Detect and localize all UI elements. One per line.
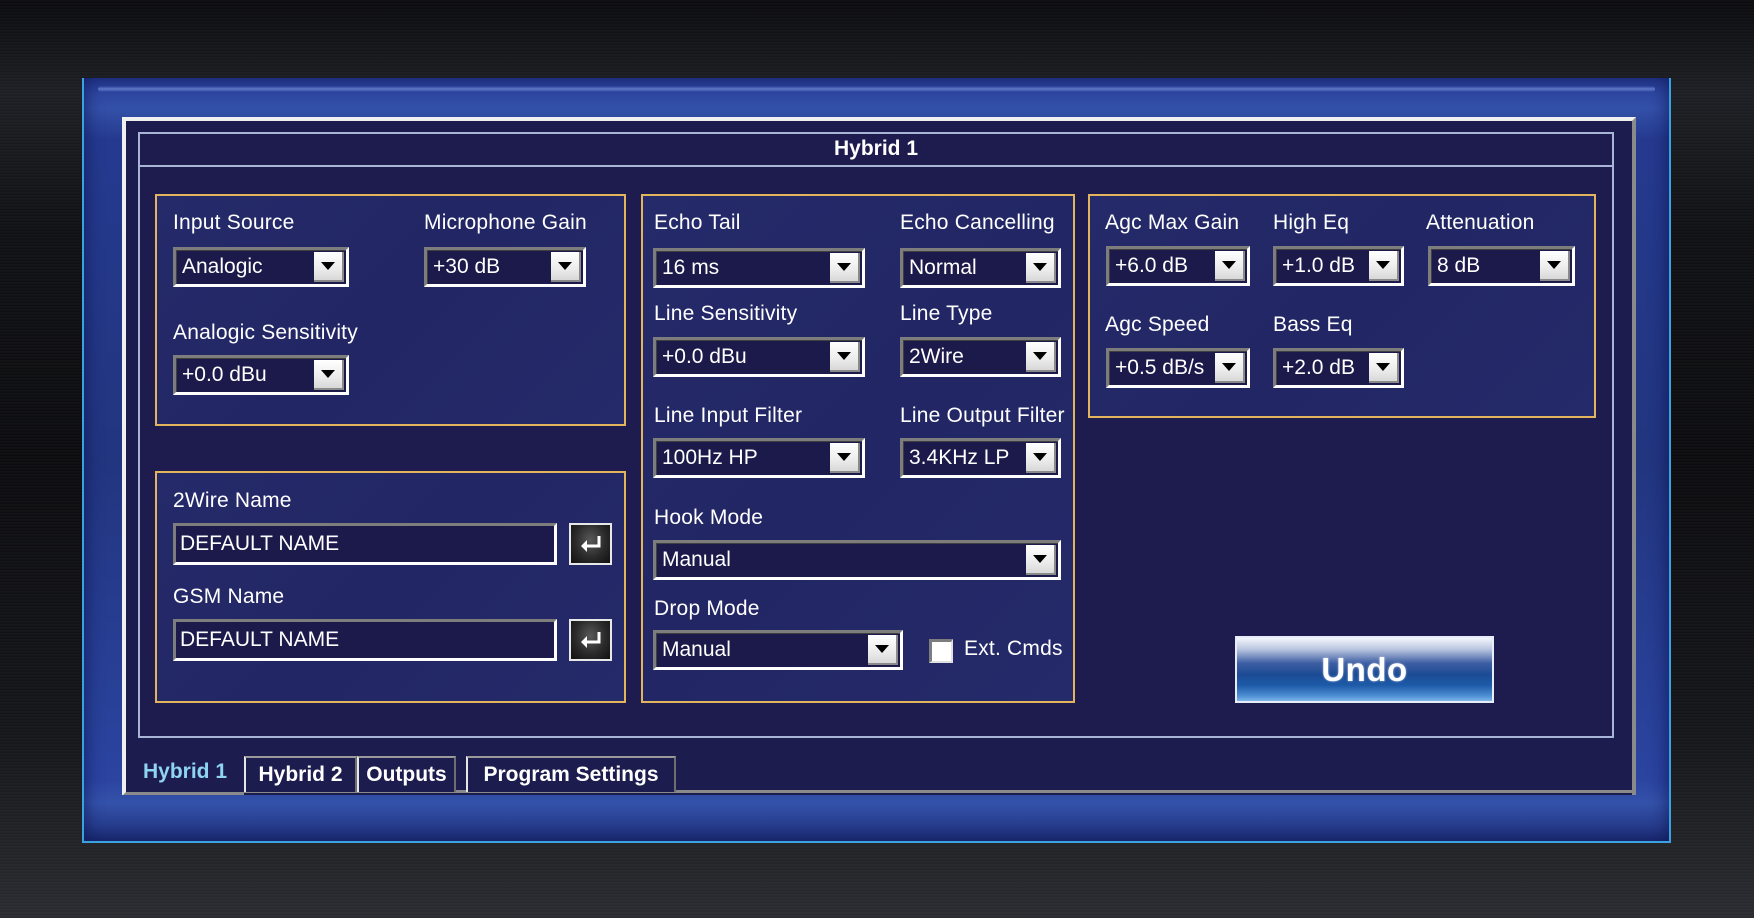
dropdown-arrow-button[interactable] xyxy=(830,443,860,473)
chevron-down-icon xyxy=(837,263,851,271)
analogic-sensitivity-dropdown[interactable]: +0.0 dBu xyxy=(173,355,349,395)
twowire-name-label: 2Wire Name xyxy=(173,489,292,512)
analogic-sensitivity-label: Analogic Sensitivity xyxy=(173,321,358,344)
echo-tail-label: Echo Tail xyxy=(654,211,741,234)
bass-eq-dropdown[interactable]: +2.0 dB xyxy=(1273,348,1404,388)
line-type-label: Line Type xyxy=(900,302,993,325)
chevron-down-icon xyxy=(321,262,335,270)
attenuation-label: Attenuation xyxy=(1426,211,1535,234)
chevron-down-icon xyxy=(1222,261,1236,269)
microphone-gain-value: +30 dB xyxy=(433,255,501,278)
microphone-gain-dropdown[interactable]: +30 dB xyxy=(424,247,586,287)
tab-outputs[interactable]: Outputs xyxy=(357,756,456,792)
chevron-down-icon xyxy=(1033,352,1047,360)
dropdown-arrow-button[interactable] xyxy=(1215,251,1245,281)
input-source-dropdown[interactable]: Analogic xyxy=(173,247,349,287)
dropdown-arrow-button[interactable] xyxy=(1369,251,1399,281)
gsm-name-apply-button[interactable] xyxy=(569,619,612,661)
chevron-down-icon xyxy=(875,645,889,653)
enter-icon xyxy=(580,536,600,552)
input-source-label: Input Source xyxy=(173,211,295,234)
gsm-name-input[interactable]: DEFAULT NAME xyxy=(173,619,557,661)
line-type-value: 2Wire xyxy=(909,345,964,368)
hook-mode-value: Manual xyxy=(662,548,731,571)
chevron-down-icon xyxy=(1376,261,1390,269)
echo-tail-dropdown[interactable]: 16 ms xyxy=(653,248,865,288)
line-sensitivity-dropdown[interactable]: +0.0 dBu xyxy=(653,337,865,377)
tab-hybrid-1[interactable]: Hybrid 1 xyxy=(123,752,244,795)
ext-cmds-label: Ext. Cmds xyxy=(964,637,1063,660)
high-eq-value: +1.0 dB xyxy=(1282,254,1355,277)
agc-max-gain-dropdown[interactable]: +6.0 dB xyxy=(1106,246,1250,286)
chevron-down-icon xyxy=(1376,363,1390,371)
dropdown-arrow-button[interactable] xyxy=(314,252,344,282)
attenuation-dropdown[interactable]: 8 dB xyxy=(1428,246,1575,286)
enter-icon xyxy=(580,632,600,648)
high-eq-dropdown[interactable]: +1.0 dB xyxy=(1273,246,1404,286)
dropdown-arrow-button[interactable] xyxy=(1540,251,1570,281)
dropdown-arrow-button[interactable] xyxy=(551,252,581,282)
dropdown-arrow-button[interactable] xyxy=(1026,545,1056,575)
drop-mode-value: Manual xyxy=(662,638,731,661)
ext-cmds-checkbox[interactable] xyxy=(929,639,953,663)
chevron-down-icon xyxy=(558,262,572,270)
attenuation-value: 8 dB xyxy=(1437,254,1481,277)
echo-cancelling-label: Echo Cancelling xyxy=(900,211,1055,234)
line-output-filter-value: 3.4KHz LP xyxy=(909,446,1010,469)
agc-max-gain-label: Agc Max Gain xyxy=(1105,211,1240,234)
bass-eq-label: Bass Eq xyxy=(1273,313,1353,336)
agc-max-gain-value: +6.0 dB xyxy=(1115,254,1188,277)
echo-cancelling-value: Normal xyxy=(909,256,977,279)
twowire-name-input[interactable]: DEFAULT NAME xyxy=(173,523,557,565)
gsm-name-label: GSM Name xyxy=(173,585,285,608)
dropdown-arrow-button[interactable] xyxy=(868,635,898,665)
line-input-filter-dropdown[interactable]: 100Hz HP xyxy=(653,438,865,478)
drop-mode-dropdown[interactable]: Manual xyxy=(653,630,903,670)
undo-button[interactable]: Undo xyxy=(1235,636,1494,703)
echo-tail-value: 16 ms xyxy=(662,256,720,279)
chevron-down-icon xyxy=(1547,261,1561,269)
chevron-down-icon xyxy=(1222,363,1236,371)
dropdown-arrow-button[interactable] xyxy=(830,253,860,283)
dropdown-arrow-button[interactable] xyxy=(1215,353,1245,383)
tab-hybrid-2[interactable]: Hybrid 2 xyxy=(244,756,357,792)
high-eq-label: High Eq xyxy=(1273,211,1350,234)
line-output-filter-dropdown[interactable]: 3.4KHz LP xyxy=(900,438,1061,478)
dropdown-arrow-button[interactable] xyxy=(1026,443,1056,473)
agc-speed-dropdown[interactable]: +0.5 dB/s xyxy=(1106,348,1250,388)
bass-eq-value: +2.0 dB xyxy=(1282,356,1355,379)
dropdown-arrow-button[interactable] xyxy=(1026,342,1056,372)
microphone-gain-label: Microphone Gain xyxy=(424,211,587,234)
agc-speed-label: Agc Speed xyxy=(1105,313,1210,336)
chevron-down-icon xyxy=(1033,453,1047,461)
hook-mode-label: Hook Mode xyxy=(654,506,764,529)
panel-title: Hybrid 1 xyxy=(138,132,1614,167)
dropdown-arrow-button[interactable] xyxy=(1369,353,1399,383)
chevron-down-icon xyxy=(1033,263,1047,271)
line-sensitivity-label: Line Sensitivity xyxy=(654,302,798,325)
chevron-down-icon xyxy=(1033,555,1047,563)
hook-mode-dropdown[interactable]: Manual xyxy=(653,540,1061,580)
dropdown-arrow-button[interactable] xyxy=(830,342,860,372)
line-input-filter-value: 100Hz HP xyxy=(662,446,758,469)
line-output-filter-label: Line Output Filter xyxy=(900,404,1065,427)
tab-program-settings[interactable]: Program Settings xyxy=(466,756,676,792)
dropdown-arrow-button[interactable] xyxy=(1026,253,1056,283)
line-input-filter-label: Line Input Filter xyxy=(654,404,803,427)
dropdown-arrow-button[interactable] xyxy=(314,360,344,390)
line-sensitivity-value: +0.0 dBu xyxy=(662,345,747,368)
input-source-value: Analogic xyxy=(182,255,263,278)
chevron-down-icon xyxy=(837,453,851,461)
chevron-down-icon xyxy=(837,352,851,360)
agc-speed-value: +0.5 dB/s xyxy=(1115,356,1205,379)
twowire-name-apply-button[interactable] xyxy=(569,523,612,565)
analogic-sensitivity-value: +0.0 dBu xyxy=(182,363,267,386)
echo-cancelling-dropdown[interactable]: Normal xyxy=(900,248,1061,288)
chevron-down-icon xyxy=(321,370,335,378)
drop-mode-label: Drop Mode xyxy=(654,597,760,620)
line-type-dropdown[interactable]: 2Wire xyxy=(900,337,1061,377)
